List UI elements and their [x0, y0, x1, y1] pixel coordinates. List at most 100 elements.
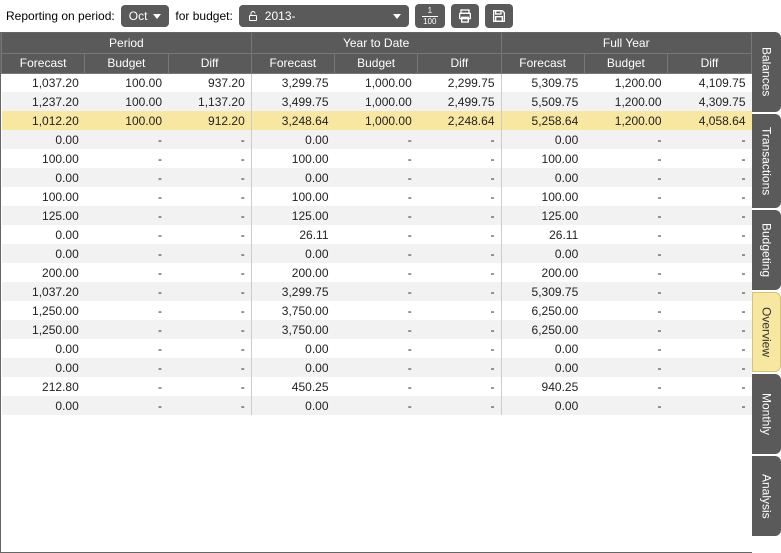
- table-row[interactable]: 100.00--100.00--100.00--: [2, 149, 752, 168]
- cell: 1,037.20: [2, 282, 85, 301]
- cell: 100.00: [85, 111, 168, 130]
- cell: -: [418, 149, 501, 168]
- col-header: Diff: [168, 53, 251, 73]
- cell: -: [85, 339, 168, 358]
- table-row[interactable]: 1,250.00--3,750.00--6,250.00--: [2, 301, 752, 320]
- cell: -: [168, 263, 251, 282]
- cell: 1,037.20: [2, 73, 85, 92]
- cell: 1,012.20: [2, 111, 85, 130]
- cell: 1,250.00: [2, 320, 85, 339]
- cell: 100.00: [2, 149, 85, 168]
- cell: 125.00: [2, 206, 85, 225]
- cell: 0.00: [2, 168, 85, 187]
- col-header: Forecast: [2, 53, 85, 73]
- table-row[interactable]: 1,237.20100.001,137.203,499.751,000.002,…: [2, 92, 752, 111]
- cell: 125.00: [251, 206, 334, 225]
- cell: -: [418, 396, 501, 415]
- cell: -: [335, 168, 418, 187]
- side-tab-overview[interactable]: Overview: [752, 292, 781, 372]
- precision-toggle-button[interactable]: 1 100: [415, 4, 445, 28]
- group-header-ytd: Year to Date: [251, 33, 501, 53]
- table-row[interactable]: 0.00--0.00--0.00--: [2, 244, 752, 263]
- col-header: Budget: [584, 53, 667, 73]
- table-row[interactable]: 0.00--0.00--0.00--: [2, 168, 752, 187]
- cell: -: [85, 263, 168, 282]
- cell: 5,258.64: [501, 111, 584, 130]
- cell: -: [85, 130, 168, 149]
- cell: 1,000.00: [335, 92, 418, 111]
- cell: 3,299.75: [251, 73, 334, 92]
- cell: -: [668, 130, 752, 149]
- cell: -: [168, 244, 251, 263]
- cell: -: [85, 244, 168, 263]
- side-tab-transactions[interactable]: Transactions: [752, 114, 781, 208]
- cell: 26.11: [251, 225, 334, 244]
- period-dropdown[interactable]: Oct: [121, 5, 170, 27]
- col-header: Forecast: [501, 53, 584, 73]
- cell: 5,309.75: [501, 282, 584, 301]
- cell: -: [168, 149, 251, 168]
- budget-dropdown[interactable]: 2013-: [239, 5, 409, 27]
- cell: 100.00: [85, 92, 168, 111]
- table-row[interactable]: 125.00--125.00--125.00--: [2, 206, 752, 225]
- col-header: Forecast: [251, 53, 334, 73]
- cell: -: [335, 225, 418, 244]
- group-header-fullyear: Full Year: [501, 33, 752, 53]
- cell: 212.80: [2, 377, 85, 396]
- side-tab-balances[interactable]: Balances: [752, 32, 781, 112]
- cell: 3,499.75: [251, 92, 334, 111]
- cell: -: [668, 358, 752, 377]
- cell: 2,248.64: [418, 111, 501, 130]
- table-row[interactable]: 0.00--0.00--0.00--: [2, 130, 752, 149]
- cell: -: [668, 282, 752, 301]
- table-row[interactable]: 0.00--0.00--0.00--: [2, 339, 752, 358]
- cell: -: [85, 358, 168, 377]
- cell: 0.00: [251, 244, 334, 263]
- table-row[interactable]: 0.00--0.00--0.00--: [2, 358, 752, 377]
- cell: -: [668, 187, 752, 206]
- cell: -: [85, 187, 168, 206]
- cell: -: [85, 206, 168, 225]
- table-row[interactable]: 1,037.20--3,299.75--5,309.75--: [2, 282, 752, 301]
- cell: -: [168, 187, 251, 206]
- col-header: Budget: [335, 53, 418, 73]
- cell: 200.00: [2, 263, 85, 282]
- cell: 0.00: [2, 396, 85, 415]
- side-tab-budgeting[interactable]: Budgeting: [752, 210, 781, 290]
- col-header: Budget: [85, 53, 168, 73]
- cell: -: [668, 244, 752, 263]
- table-row[interactable]: 0.00--26.11--26.11--: [2, 225, 752, 244]
- table-row[interactable]: 1,037.20100.00937.203,299.751,000.002,29…: [2, 73, 752, 92]
- cell: 0.00: [2, 339, 85, 358]
- cell: 0.00: [501, 168, 584, 187]
- table-row[interactable]: 100.00--100.00--100.00--: [2, 187, 752, 206]
- cell: -: [584, 206, 667, 225]
- cell: 0.00: [501, 130, 584, 149]
- cell: -: [418, 206, 501, 225]
- table-row[interactable]: 212.80--450.25--940.25--: [2, 377, 752, 396]
- cell: 5,509.75: [501, 92, 584, 111]
- cell: -: [418, 187, 501, 206]
- cell: -: [418, 244, 501, 263]
- cell: -: [168, 396, 251, 415]
- save-icon: [491, 8, 507, 24]
- top-toolbar: Reporting on period: Oct for budget: 201…: [0, 0, 781, 32]
- fraction-bottom: 100: [423, 18, 436, 26]
- table-row[interactable]: 0.00--0.00--0.00--: [2, 396, 752, 415]
- cell: -: [418, 263, 501, 282]
- cell: -: [85, 149, 168, 168]
- cell: -: [418, 301, 501, 320]
- table-row[interactable]: 1,012.20100.00912.203,248.641,000.002,24…: [2, 111, 752, 130]
- print-button[interactable]: [451, 4, 479, 28]
- cell: -: [668, 168, 752, 187]
- budget-grid: Period Year to Date Full Year Forecast B…: [0, 32, 752, 553]
- side-tab-analysis[interactable]: Analysis: [752, 456, 781, 536]
- table-row[interactable]: 1,250.00--3,750.00--6,250.00--: [2, 320, 752, 339]
- cell: -: [335, 206, 418, 225]
- side-tab-monthly[interactable]: Monthly: [752, 374, 781, 454]
- table-row[interactable]: 200.00--200.00--200.00--: [2, 263, 752, 282]
- period-value: Oct: [129, 9, 148, 23]
- cell: -: [168, 130, 251, 149]
- cell: -: [335, 301, 418, 320]
- save-button[interactable]: [485, 4, 513, 28]
